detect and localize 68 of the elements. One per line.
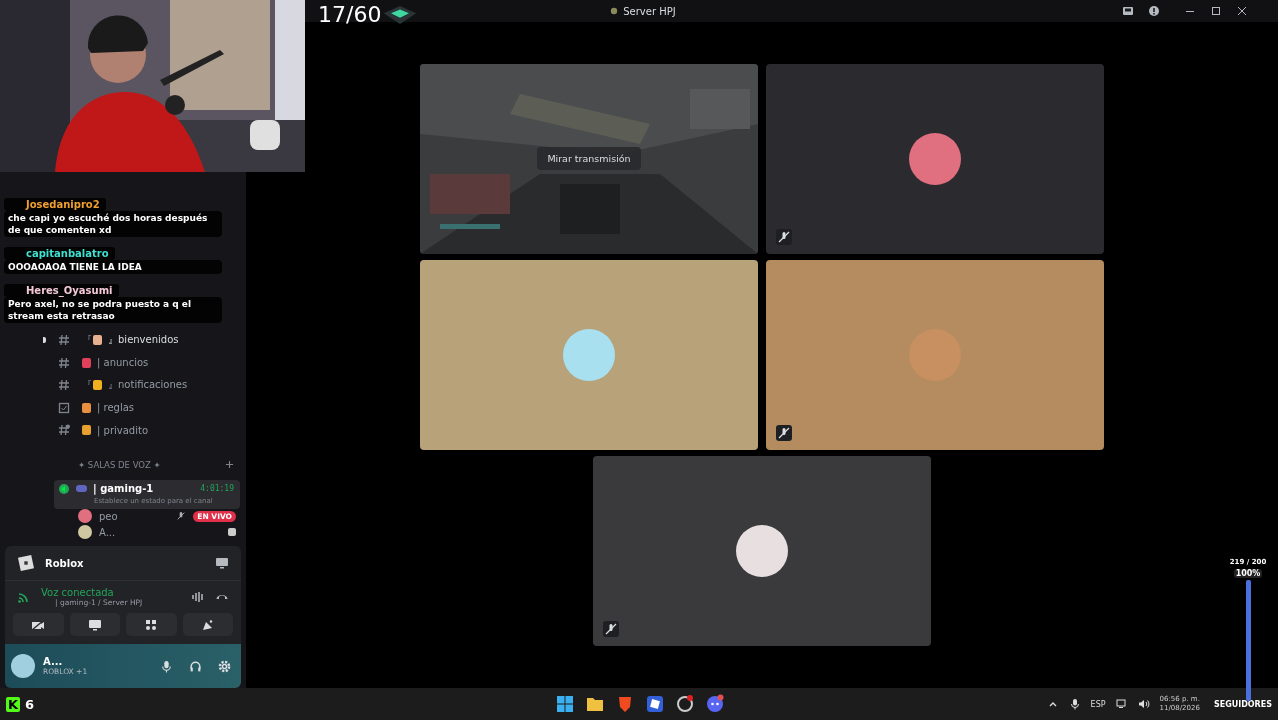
- gamepad-icon: [76, 485, 87, 492]
- goal-percent: 100%: [1233, 569, 1263, 578]
- soundboard-button[interactable]: [182, 613, 233, 636]
- chat-message: che capi yo escuché dos horas después de que comenten xd: [4, 211, 222, 237]
- video-tile[interactable]: [593, 456, 931, 646]
- soundboard-icon[interactable]: [191, 591, 205, 603]
- avatar: [736, 525, 788, 577]
- chat-message: Pero axel, no se podra puesto a q el stream esta retrasao: [4, 297, 222, 323]
- record-icon[interactable]: [675, 694, 695, 714]
- headphones-icon[interactable]: [189, 659, 202, 673]
- add-icon[interactable]: [225, 460, 234, 469]
- chat-username: Josedanipro2: [4, 198, 106, 211]
- screen-share-icon: [87, 618, 102, 631]
- party-popper-icon: [200, 618, 215, 631]
- activities-icon: [144, 618, 159, 631]
- rules-icon: [58, 401, 70, 414]
- game-icon: [228, 528, 236, 537]
- game-icon: [17, 554, 35, 572]
- category-label[interactable]: ✦ SALAS DE VOZ ✦: [78, 459, 225, 470]
- voice-member[interactable]: A...: [78, 524, 246, 540]
- goal-label: SEGUIDORES: [1213, 699, 1272, 709]
- server-icon: [610, 7, 619, 15]
- watch-stream-button[interactable]: Mirar transmisión: [537, 146, 641, 170]
- video-tile[interactable]: [420, 260, 758, 450]
- viewer-count: 6: [25, 696, 35, 712]
- chat-username: capitanbalatro: [4, 247, 115, 260]
- user-name: A...: [43, 656, 64, 667]
- microphone-icon[interactable]: [160, 659, 173, 673]
- chat-app-icon[interactable]: [705, 694, 725, 714]
- close-icon[interactable]: [1236, 5, 1248, 17]
- channel-item[interactable]: 『 』notificaciones: [46, 374, 246, 397]
- channel-item[interactable]: | reglas: [46, 396, 246, 419]
- activities-button[interactable]: [126, 613, 177, 636]
- volume-icon[interactable]: [1137, 698, 1150, 710]
- microphone-icon[interactable]: [1068, 698, 1081, 710]
- channel-item[interactable]: 『 』bienvenidos: [46, 329, 246, 352]
- start-icon[interactable]: [555, 694, 575, 714]
- video-tile[interactable]: Mirar transmisión: [420, 64, 758, 254]
- channel-item[interactable]: | privadito: [46, 419, 246, 442]
- inbox-icon[interactable]: [1122, 5, 1134, 17]
- user-avatar[interactable]: [11, 654, 35, 678]
- slot-counter: 17/60: [318, 2, 382, 28]
- gem-icon: [382, 4, 418, 26]
- video-tile[interactable]: [766, 260, 1104, 450]
- settings-icon[interactable]: [218, 659, 231, 673]
- help-icon[interactable]: [1148, 5, 1160, 17]
- signal-icon: [17, 590, 31, 604]
- hash-icon: [58, 424, 70, 437]
- chat-message: OOOAOAOA TIENE LA IDEA: [4, 260, 222, 274]
- hash-icon: [58, 334, 70, 347]
- window-title: Server HPJ: [623, 5, 676, 17]
- avatar: [909, 133, 961, 185]
- camera-button[interactable]: [13, 613, 64, 636]
- channel-item[interactable]: | anuncios: [46, 351, 246, 374]
- speaker-icon: [58, 482, 70, 495]
- platform-logo: K: [6, 696, 21, 712]
- avatar: [563, 329, 615, 381]
- game-icon[interactable]: [645, 694, 665, 714]
- hash-icon: [58, 356, 70, 369]
- maximize-icon[interactable]: [1210, 5, 1222, 17]
- activity-name: Roblox: [45, 557, 85, 569]
- share-screen-button[interactable]: [69, 613, 120, 636]
- chat-username: Heres_Oyasumi: [4, 284, 119, 297]
- language-indicator[interactable]: ESP: [1090, 699, 1106, 709]
- video-tile[interactable]: [766, 64, 1104, 254]
- screen-share-icon[interactable]: [215, 557, 229, 569]
- connection-status[interactable]: Voz conectada: [41, 587, 181, 598]
- hash-icon: [58, 379, 70, 392]
